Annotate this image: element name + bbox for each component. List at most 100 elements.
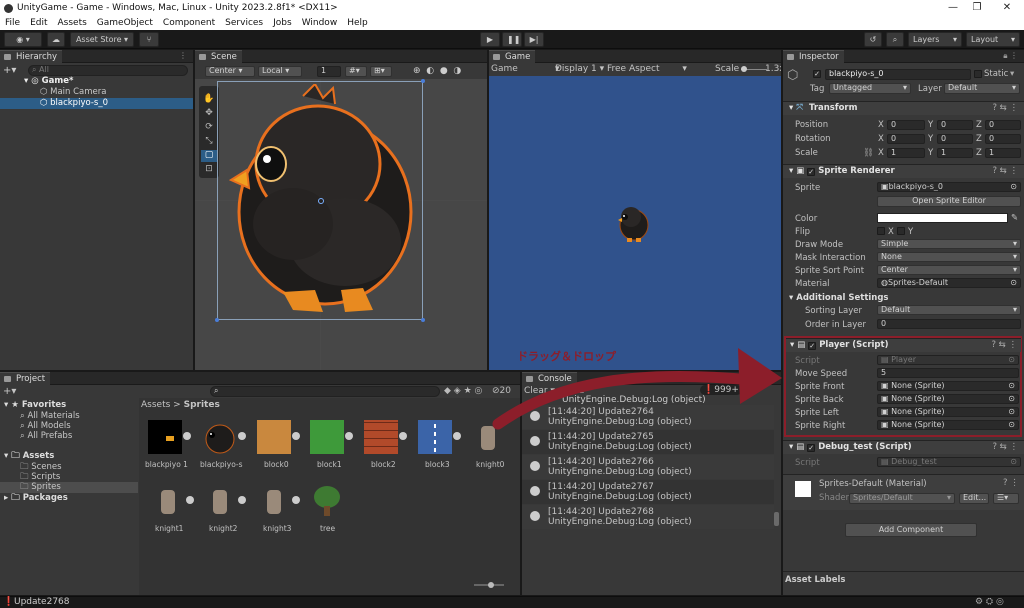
expand-arrow-icon[interactable]: [238, 432, 246, 440]
asset-thumb-block0[interactable]: [257, 420, 291, 454]
menu-gameobject[interactable]: GameObject: [92, 18, 158, 28]
component-menu-icon[interactable]: ? ⋮: [1003, 478, 1019, 488]
debug-test-enabled-checkbox[interactable]: ✓: [807, 444, 816, 452]
component-menu-icon[interactable]: ? ⇆ ⋮: [992, 102, 1018, 115]
status-icons[interactable]: ⚙ ⛭ ◎: [975, 597, 1004, 607]
aspect-dropdown[interactable]: Free Aspect ▾: [607, 64, 687, 74]
rotation-x-input[interactable]: 0: [887, 134, 925, 144]
tab-inspector[interactable]: Inspector: [783, 50, 844, 63]
hand-tool-icon[interactable]: ✋: [201, 94, 217, 106]
expand-arrow-icon[interactable]: [238, 496, 246, 504]
asset-thumb-knight3[interactable]: [257, 484, 291, 518]
menu-window[interactable]: Window: [297, 18, 343, 28]
shader-dropdown[interactable]: Sprites/Default ▾: [849, 493, 955, 504]
sprite-back-field[interactable]: ▣ None (Sprite) ⊙: [877, 394, 1019, 404]
rotate-tool-icon[interactable]: ⟳: [201, 122, 217, 134]
hierarchy-search-input[interactable]: ⌕ All: [28, 65, 188, 76]
scene-view-icons[interactable]: ⊕ ◐ ● ◑: [413, 66, 461, 76]
object-picker-icon[interactable]: ⊙: [1008, 421, 1015, 429]
scale-y-input[interactable]: 1: [937, 148, 973, 158]
packages-foldout[interactable]: ▸ 🗀︎ Packages: [0, 493, 136, 504]
material-field[interactable]: ◍Sprites-Default ⊙: [877, 278, 1021, 288]
object-picker-icon[interactable]: ⊙: [1008, 382, 1015, 390]
sprite-sort-point-dropdown[interactable]: Center ▾: [877, 265, 1021, 275]
player-enabled-checkbox[interactable]: ✓: [808, 342, 817, 350]
add-button[interactable]: +▾: [3, 65, 16, 76]
scene-row[interactable]: ▾ ◎ Game*: [0, 76, 193, 87]
move-tool-icon[interactable]: ✥: [201, 108, 217, 120]
favorites-foldout[interactable]: ▾ ★ Favorites: [0, 400, 136, 411]
console-entry[interactable]: [11:44:20] Update2768 UnityEngine.Debug:L…: [522, 505, 774, 529]
link-icon[interactable]: ⛓: [863, 148, 874, 158]
folder-sprites[interactable]: 🗀︎ Sprites: [0, 482, 138, 493]
expand-arrow-icon[interactable]: [186, 496, 194, 504]
zoom-slider-handle[interactable]: [488, 582, 494, 588]
hierarchy-item-blackpiyo[interactable]: ⬡ blackpiyo-s_0: [0, 98, 193, 109]
pivot-handle[interactable]: [318, 198, 324, 204]
mask-interaction-dropdown[interactable]: None ▾: [877, 252, 1021, 262]
expand-arrow-icon[interactable]: [399, 432, 407, 440]
debug-test-header[interactable]: ▾ ▤ ✓ Debug_test (Script)? ⇆ ⋮: [783, 440, 1024, 454]
scale-slider-handle[interactable]: [741, 66, 747, 72]
console-entry[interactable]: [11:44:20] Update2766 UnityEngine.Debug:L…: [522, 455, 774, 479]
menu-services[interactable]: Services: [220, 18, 268, 28]
expand-arrow-icon[interactable]: [292, 432, 300, 440]
sorting-layer-dropdown[interactable]: Default ▾: [877, 305, 1021, 315]
sprite-renderer-header[interactable]: ▾ ▣ ✓ Sprite Renderer? ⇆ ⋮: [783, 164, 1024, 178]
tab-hierarchy[interactable]: Hierarchy: [0, 50, 63, 63]
component-menu-icon[interactable]: ? ⇆ ⋮: [992, 441, 1018, 454]
pivot-dropdown[interactable]: Center ▾: [205, 66, 255, 77]
project-filter-icons[interactable]: ◆ ◈ ★ ◎: [444, 386, 482, 396]
space-dropdown[interactable]: Local ▾: [258, 66, 302, 77]
status-text[interactable]: Update2768: [14, 597, 70, 607]
menu-component[interactable]: Component: [158, 18, 220, 28]
snap-toggle[interactable]: ⊞▾: [370, 66, 392, 77]
project-add-button[interactable]: +▾: [3, 386, 16, 397]
account-button[interactable]: ◉ ▾: [4, 32, 42, 47]
snap-input[interactable]: 1: [317, 66, 341, 77]
open-sprite-editor-button[interactable]: Open Sprite Editor: [877, 196, 1021, 207]
fav-all-prefabs[interactable]: ⌕ All Prefabs: [0, 431, 136, 442]
asset-thumb-knight1[interactable]: [151, 484, 185, 518]
object-picker-icon[interactable]: ⊙: [1008, 395, 1015, 403]
game-mode-dropdown[interactable]: Game ▾: [491, 64, 560, 74]
transform-tool-icon[interactable]: ⊡: [201, 164, 217, 176]
position-y-input[interactable]: 0: [937, 120, 973, 130]
history-icon[interactable]: ↺: [864, 32, 882, 47]
sprite-right-field[interactable]: ▣ None (Sprite) ⊙: [877, 420, 1019, 430]
asset-thumb-knight2[interactable]: [203, 484, 237, 518]
asset-thumb-tree[interactable]: [310, 484, 344, 518]
tag-dropdown[interactable]: Untagged ▾: [829, 83, 911, 94]
position-x-input[interactable]: 0: [887, 120, 925, 130]
version-control-icon[interactable]: ⑂: [139, 32, 159, 47]
component-menu-icon[interactable]: ? ⇆ ⋮: [991, 339, 1017, 352]
console-entry[interactable]: [11:44:20] Update2767 UnityEngine.Debug:L…: [522, 480, 774, 504]
object-picker-icon[interactable]: ⊙: [1008, 408, 1015, 416]
console-entry[interactable]: [11:44:20] Update2765 UnityEngine.Debug:L…: [522, 430, 774, 454]
asset-store-button[interactable]: Asset Store ▾: [70, 32, 134, 47]
sprite-front-field[interactable]: ▣ None (Sprite) ⊙: [877, 381, 1019, 391]
position-z-input[interactable]: 0: [985, 120, 1021, 130]
expand-arrow-icon[interactable]: [292, 496, 300, 504]
play-button[interactable]: ▶: [480, 32, 500, 47]
component-menu-icon[interactable]: ? ⇆ ⋮: [992, 165, 1018, 178]
breadcrumb-root[interactable]: Assets: [141, 400, 170, 410]
cloud-icon[interactable]: ☁: [47, 32, 65, 47]
scale-x-input[interactable]: 1: [887, 148, 925, 158]
rect-handle[interactable]: [421, 318, 425, 322]
pause-button[interactable]: ❚❚: [502, 32, 522, 47]
add-component-button[interactable]: Add Component: [845, 523, 977, 537]
sprite-renderer-enabled[interactable]: ✓: [807, 168, 816, 176]
sprite-left-field[interactable]: ▣ None (Sprite) ⊙: [877, 407, 1019, 417]
eyedropper-icon[interactable]: ✎: [1011, 213, 1018, 223]
assets-foldout[interactable]: ▾ 🗀︎ Assets: [0, 451, 136, 462]
panel-menu-icon[interactable]: ⋮: [179, 51, 187, 60]
active-checkbox[interactable]: ✓: [813, 70, 821, 78]
asset-thumb-blackpiyo-s[interactable]: [203, 420, 237, 454]
hierarchy-item-main-camera[interactable]: ⬡ Main Camera: [0, 87, 193, 98]
shader-options-dropdown[interactable]: ☰▾: [993, 493, 1019, 504]
menu-file[interactable]: File: [0, 18, 25, 28]
menu-assets[interactable]: Assets: [53, 18, 92, 28]
maximize-button[interactable]: ❐: [962, 0, 992, 16]
display-dropdown[interactable]: Display 1 ▾: [555, 64, 604, 74]
